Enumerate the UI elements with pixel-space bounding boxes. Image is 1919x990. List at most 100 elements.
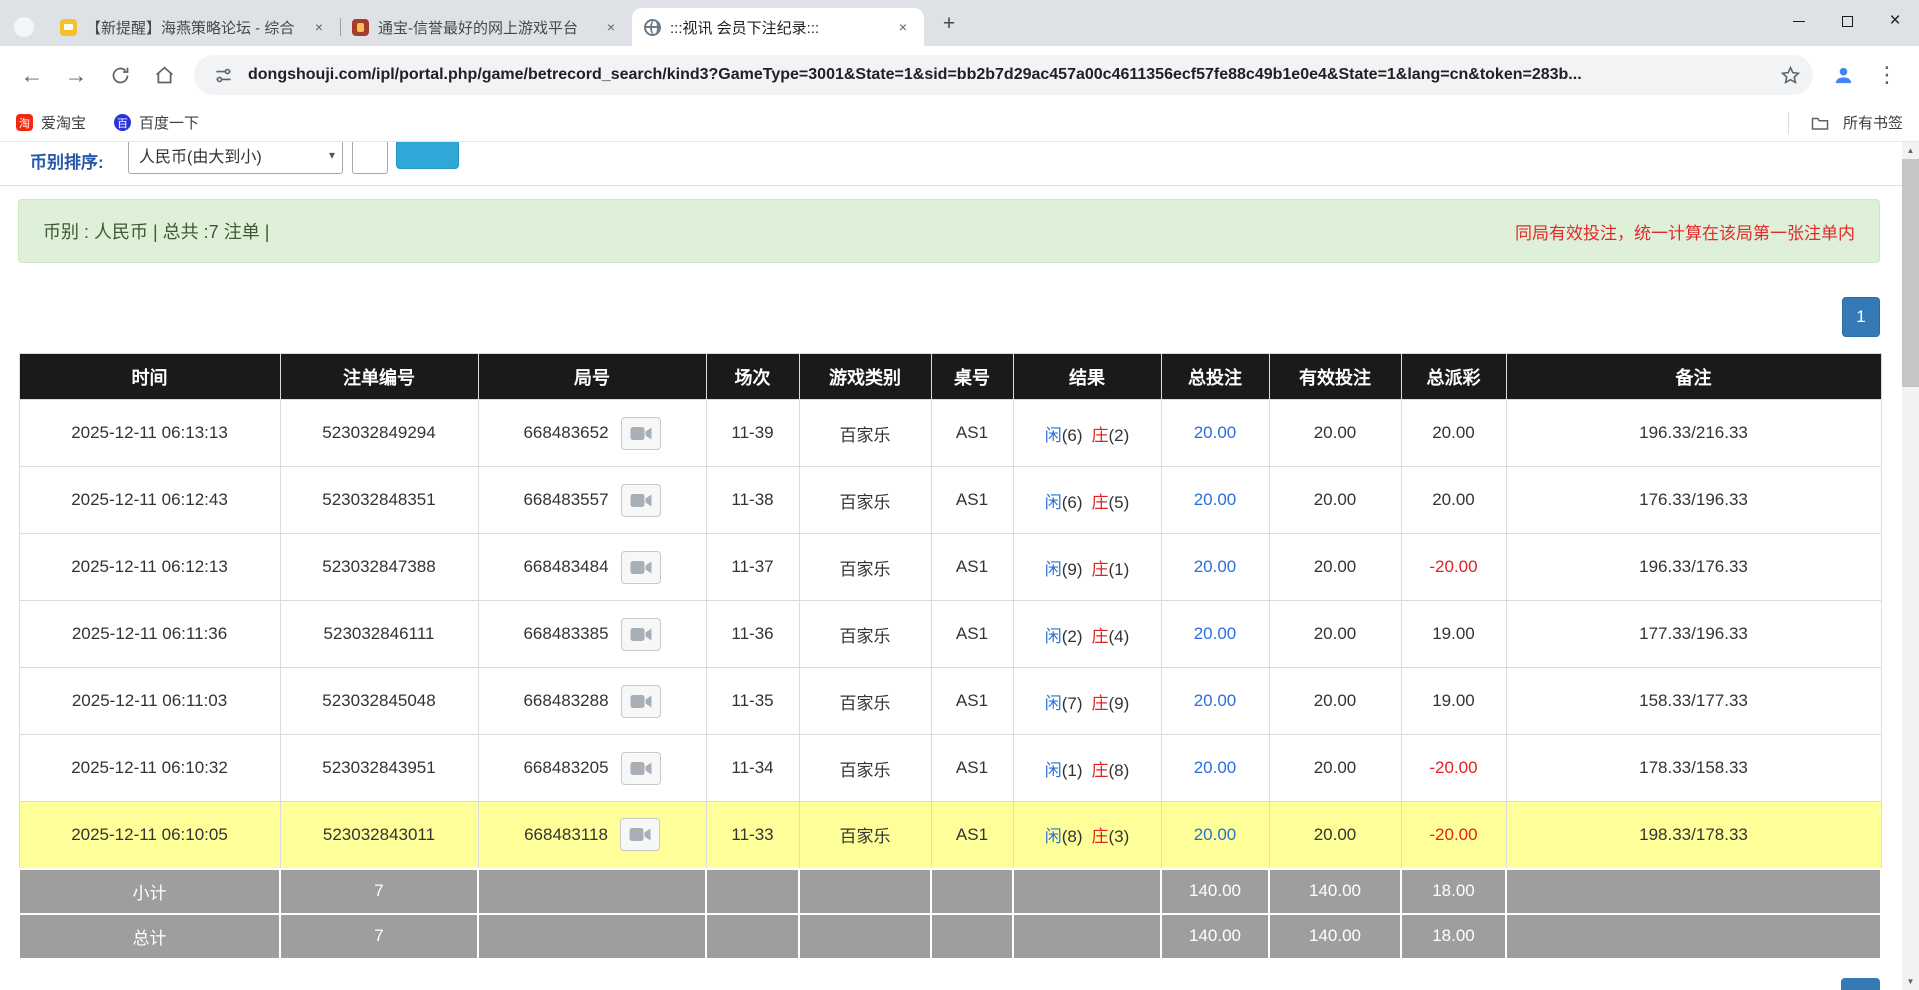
player-result: 闲 bbox=[1045, 493, 1062, 512]
profile-avatar-icon[interactable] bbox=[1821, 53, 1865, 97]
video-preview-button[interactable] bbox=[621, 484, 661, 517]
scroll-up-icon[interactable] bbox=[1902, 142, 1919, 159]
url-text[interactable]: dongshouji.com/ipl/portal.php/game/betre… bbox=[248, 66, 1765, 84]
site-settings-icon[interactable] bbox=[208, 60, 238, 90]
session: 11-36 bbox=[706, 601, 799, 668]
video-preview-button[interactable] bbox=[621, 685, 661, 718]
game-type: 百家乐 bbox=[799, 668, 931, 735]
session: 11-39 bbox=[706, 400, 799, 467]
game-type: 百家乐 bbox=[799, 735, 931, 802]
bet-time: 2025-12-11 06:10:05 bbox=[19, 802, 280, 869]
valid-bet: 20.00 bbox=[1269, 668, 1401, 735]
video-preview-button[interactable] bbox=[621, 752, 661, 785]
bookmark-item[interactable]: 百百度一下 bbox=[114, 112, 199, 133]
tab-close-icon[interactable] bbox=[894, 18, 912, 36]
forward-icon[interactable] bbox=[54, 53, 98, 97]
bookmark-item[interactable]: 淘爱淘宝 bbox=[16, 112, 86, 133]
video-icon bbox=[630, 761, 652, 776]
browser-tab[interactable]: :::视讯 会员下注纪录::: bbox=[632, 8, 924, 46]
address-bar[interactable]: dongshouji.com/ipl/portal.php/game/betre… bbox=[194, 55, 1813, 95]
bet-time: 2025-12-11 06:11:36 bbox=[19, 601, 280, 668]
table-body: 2025-12-11 06:13:13523032849294668483652… bbox=[19, 400, 1881, 959]
all-bookmarks-button[interactable]: 所有书签 bbox=[1788, 112, 1903, 134]
globe-favicon-icon bbox=[644, 19, 661, 36]
footer-value bbox=[1506, 869, 1881, 914]
payout: 19.00 bbox=[1401, 668, 1506, 735]
note: 178.33/158.33 bbox=[1506, 735, 1881, 802]
bookmark-star-icon[interactable] bbox=[1775, 60, 1805, 90]
footer-label: 总计 bbox=[19, 914, 280, 959]
bookmark-label: 百度一下 bbox=[139, 112, 199, 133]
banker-result: 庄 bbox=[1092, 560, 1109, 579]
total-bet[interactable]: 20.00 bbox=[1161, 601, 1269, 668]
total-bet[interactable]: 20.00 bbox=[1161, 735, 1269, 802]
column-header: 总投注 bbox=[1161, 354, 1269, 400]
video-preview-button[interactable] bbox=[621, 551, 661, 584]
video-icon bbox=[630, 426, 652, 441]
game-type: 百家乐 bbox=[799, 601, 931, 668]
scroll-down-icon[interactable] bbox=[1902, 973, 1919, 990]
total-bet[interactable]: 20.00 bbox=[1161, 400, 1269, 467]
footer-value bbox=[931, 869, 1013, 914]
video-icon bbox=[630, 627, 652, 642]
video-preview-button[interactable] bbox=[621, 618, 661, 651]
total-bet[interactable]: 20.00 bbox=[1161, 534, 1269, 601]
session: 11-37 bbox=[706, 534, 799, 601]
total-bet[interactable]: 20.00 bbox=[1161, 802, 1269, 869]
game-type: 百家乐 bbox=[799, 467, 931, 534]
total-bet[interactable]: 20.00 bbox=[1161, 668, 1269, 735]
tab-close-icon[interactable] bbox=[602, 18, 620, 36]
table-row: 2025-12-11 06:11:03523032845048668483288… bbox=[19, 668, 1881, 735]
filter-secondary-input[interactable] bbox=[352, 142, 388, 174]
note: 196.33/216.33 bbox=[1506, 400, 1881, 467]
footer-value: 140.00 bbox=[1269, 869, 1401, 914]
footer-value bbox=[706, 914, 799, 959]
tab-title: :::视讯 会员下注纪录::: bbox=[670, 17, 885, 38]
footer-value bbox=[931, 914, 1013, 959]
payout: 19.00 bbox=[1401, 601, 1506, 668]
table-header-row: 时间注单编号局号场次游戏类别桌号结果总投注有效投注总派彩备注 bbox=[19, 354, 1881, 400]
column-header: 备注 bbox=[1506, 354, 1881, 400]
refresh-icon[interactable] bbox=[98, 53, 142, 97]
video-icon bbox=[630, 560, 652, 575]
banker-result: 庄 bbox=[1092, 827, 1109, 846]
note: 198.33/178.33 bbox=[1506, 802, 1881, 869]
footer-value: 7 bbox=[280, 869, 478, 914]
bet-time: 2025-12-11 06:12:43 bbox=[19, 467, 280, 534]
round-cell: 668483118 bbox=[478, 802, 706, 869]
minimize-button[interactable] bbox=[1775, 0, 1823, 42]
note: 176.33/196.33 bbox=[1506, 467, 1881, 534]
tab-close-icon[interactable] bbox=[310, 18, 328, 36]
video-preview-button[interactable] bbox=[621, 417, 661, 450]
home-icon[interactable] bbox=[142, 53, 186, 97]
column-header: 结果 bbox=[1013, 354, 1161, 400]
pagination-bottom-partial[interactable] bbox=[1841, 978, 1880, 990]
currency-sort-select[interactable]: 人民币(由大到小) bbox=[128, 142, 343, 174]
footer-value bbox=[1013, 914, 1161, 959]
total-bet[interactable]: 20.00 bbox=[1161, 467, 1269, 534]
result-cell: 闲(6)庄(5) bbox=[1013, 467, 1161, 534]
back-icon[interactable] bbox=[10, 53, 54, 97]
player-score: (7) bbox=[1062, 694, 1083, 713]
table-number: AS1 bbox=[931, 601, 1013, 668]
new-tab-button[interactable] bbox=[934, 9, 964, 39]
close-window-button[interactable] bbox=[1871, 0, 1919, 42]
round-number: 668483385 bbox=[523, 624, 608, 644]
note: 177.33/196.33 bbox=[1506, 601, 1881, 668]
video-preview-button[interactable] bbox=[620, 818, 660, 851]
column-header: 游戏类别 bbox=[799, 354, 931, 400]
browser-tab[interactable]: 【新提醒】海燕策略论坛 - 综合 bbox=[48, 8, 340, 46]
footer-value: 140.00 bbox=[1161, 869, 1269, 914]
filter-search-button[interactable] bbox=[396, 142, 459, 169]
maximize-button[interactable] bbox=[1823, 0, 1871, 42]
browser-tab[interactable]: 通宝-信誉最好的网上游戏平台 bbox=[340, 8, 632, 46]
scrollbar-thumb[interactable] bbox=[1902, 159, 1919, 387]
scrollbar[interactable] bbox=[1902, 142, 1919, 990]
page-1-button[interactable]: 1 bbox=[1842, 297, 1880, 337]
browser-menu-icon[interactable] bbox=[1865, 53, 1909, 97]
browser-toolbar: dongshouji.com/ipl/portal.php/game/betre… bbox=[0, 46, 1919, 104]
bet-id: 523032845048 bbox=[280, 668, 478, 735]
bet-record-table: 时间注单编号局号场次游戏类别桌号结果总投注有效投注总派彩备注 2025-12-1… bbox=[18, 353, 1882, 960]
window-controls bbox=[1775, 0, 1919, 42]
bet-id: 523032846111 bbox=[280, 601, 478, 668]
